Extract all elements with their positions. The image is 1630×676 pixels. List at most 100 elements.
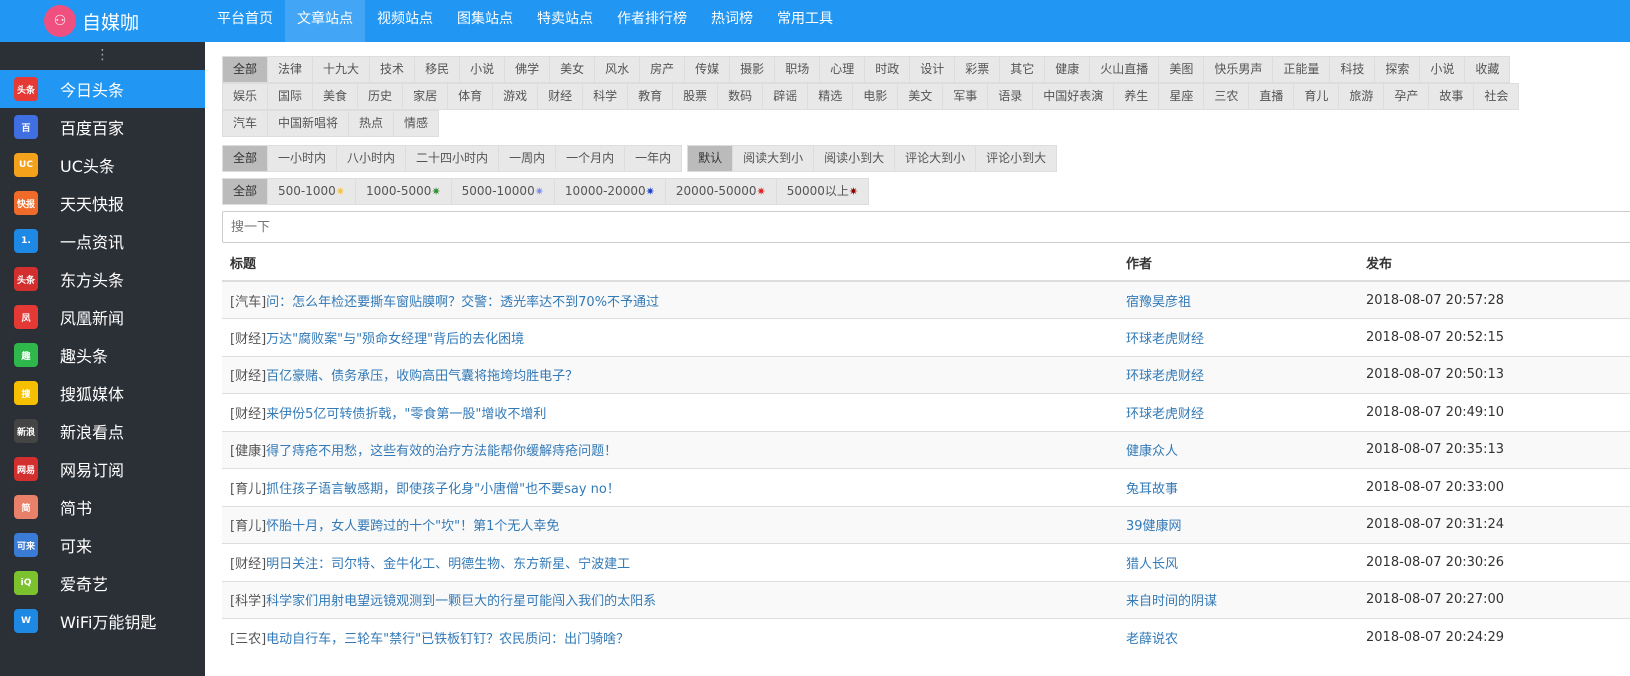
- category-button[interactable]: 美女: [550, 56, 596, 83]
- sidebar-item[interactable]: 凤 凤凰新闻: [0, 298, 205, 336]
- article-title-link[interactable]: 百亿豪赌、债务承压，收购高田气囊将拖垮均胜电子？: [266, 369, 578, 384]
- nav-item[interactable]: 常用工具: [765, 0, 845, 42]
- sort-filter-button[interactable]: 默认: [687, 145, 734, 172]
- article-title-link[interactable]: 怀胎十月，女人要跨过的十个"坎"！第1个无人幸免: [266, 519, 559, 534]
- time-filter-button[interactable]: 八小时内: [337, 145, 407, 172]
- category-button[interactable]: 传媒: [685, 56, 731, 83]
- sidebar-item[interactable]: 新浪 新浪看点: [0, 412, 205, 450]
- category-button[interactable]: 职场: [775, 56, 821, 83]
- category-button[interactable]: 汽车: [222, 110, 269, 137]
- nav-item[interactable]: 作者排行榜: [605, 0, 699, 42]
- author-link[interactable]: 环球老虎财经: [1126, 332, 1204, 347]
- category-button[interactable]: 电影: [853, 83, 899, 110]
- nav-item[interactable]: 文章站点: [285, 0, 365, 42]
- category-button[interactable]: 探索: [1375, 56, 1421, 83]
- category-button[interactable]: 游戏: [493, 83, 539, 110]
- read-filter-button[interactable]: 10000-20000✷: [554, 178, 666, 205]
- category-button[interactable]: 火山直播: [1090, 56, 1160, 83]
- sidebar-item[interactable]: 头条 今日头条: [0, 70, 205, 108]
- category-button[interactable]: 彩票: [955, 56, 1001, 83]
- nav-item[interactable]: 平台首页: [205, 0, 285, 42]
- category-button[interactable]: 精选: [808, 83, 854, 110]
- author-link[interactable]: 39健康网: [1126, 519, 1182, 534]
- author-link[interactable]: 老薛说农: [1126, 632, 1178, 647]
- category-button[interactable]: 数码: [718, 83, 764, 110]
- sort-filter-button[interactable]: 阅读大到小: [733, 145, 815, 172]
- category-button[interactable]: 收藏: [1465, 56, 1511, 83]
- category-button[interactable]: 三农: [1204, 83, 1250, 110]
- category-button[interactable]: 社会: [1474, 83, 1520, 110]
- col-published[interactable]: 发布: [1358, 245, 1630, 282]
- article-title-link[interactable]: 问：怎么年检还要撕车窗贴膜啊？交警：透光率达不到70%不予通过: [266, 295, 659, 310]
- author-link[interactable]: 猎人长风: [1126, 557, 1178, 572]
- author-link[interactable]: 宿豫昊彦祖: [1126, 295, 1191, 310]
- col-author[interactable]: 作者: [1118, 245, 1358, 282]
- category-button[interactable]: 股票: [673, 83, 719, 110]
- category-button[interactable]: 育儿: [1294, 83, 1340, 110]
- article-title-link[interactable]: 科学家们用射电望远镜观测到一颗巨大的行星可能闯入我们的太阳系: [266, 594, 656, 609]
- category-button[interactable]: 十九大: [313, 56, 371, 83]
- category-button[interactable]: 历史: [358, 83, 404, 110]
- nav-item[interactable]: 热词榜: [699, 0, 765, 42]
- category-button[interactable]: 佛学: [505, 56, 551, 83]
- author-link[interactable]: 环球老虎财经: [1126, 369, 1204, 384]
- category-button[interactable]: 科学: [583, 83, 629, 110]
- category-button[interactable]: 孕产: [1384, 83, 1430, 110]
- category-button[interactable]: 体育: [448, 83, 494, 110]
- col-title[interactable]: 标题: [222, 245, 1118, 282]
- sidebar-item[interactable]: 搜 搜狐媒体: [0, 374, 205, 412]
- sidebar-item[interactable]: 趣 趣头条: [0, 336, 205, 374]
- article-title-link[interactable]: 万达"腐败案"与"殒命女经理"背后的去化困境: [266, 332, 524, 347]
- category-button[interactable]: 技术: [370, 56, 416, 83]
- read-filter-button[interactable]: 1000-5000✷: [356, 178, 452, 205]
- category-button[interactable]: 养生: [1114, 83, 1160, 110]
- category-button[interactable]: 美图: [1159, 56, 1205, 83]
- time-filter-button[interactable]: 一年内: [625, 145, 683, 172]
- category-button[interactable]: 直播: [1249, 83, 1295, 110]
- category-button[interactable]: 其它: [1000, 56, 1046, 83]
- sidebar-toggle-icon[interactable]: ⋮: [0, 42, 205, 70]
- category-button[interactable]: 军事: [943, 83, 989, 110]
- category-button[interactable]: 时政: [865, 56, 911, 83]
- author-link[interactable]: 兔耳故事: [1126, 482, 1178, 497]
- sidebar-item[interactable]: 简 简书: [0, 488, 205, 526]
- category-button[interactable]: 摄影: [730, 56, 776, 83]
- sidebar-item[interactable]: 1. 一点资讯: [0, 222, 205, 260]
- category-button[interactable]: 美文: [898, 83, 944, 110]
- search-input[interactable]: [222, 211, 1630, 243]
- category-button[interactable]: 热点: [349, 110, 395, 137]
- category-button[interactable]: 旅游: [1339, 83, 1385, 110]
- category-button[interactable]: 健康: [1045, 56, 1091, 83]
- sidebar-item[interactable]: UC UC头条: [0, 146, 205, 184]
- category-button[interactable]: 科技: [1330, 56, 1376, 83]
- article-title-link[interactable]: 来伊份5亿可转债折戟，"零食第一股"增收不增利: [266, 407, 546, 422]
- sidebar-item[interactable]: 快报 天天快报: [0, 184, 205, 222]
- sort-filter-button[interactable]: 评论大到小: [895, 145, 977, 172]
- category-button[interactable]: 移民: [415, 56, 461, 83]
- article-title-link[interactable]: 抓住孩子语言敏感期，即使孩子化身"小唐僧"也不要say no！: [266, 482, 620, 497]
- sidebar-item[interactable]: 可来 可来: [0, 526, 205, 564]
- category-button[interactable]: 全部: [222, 56, 269, 83]
- article-title-link[interactable]: 电动自行车，三轮车"禁行"已铁板钉钉？农民质问：出门骑啥？: [266, 632, 629, 647]
- category-button[interactable]: 财经: [538, 83, 584, 110]
- nav-item[interactable]: 特卖站点: [525, 0, 605, 42]
- category-button[interactable]: 心理: [820, 56, 866, 83]
- sidebar-item[interactable]: 百 百度百家: [0, 108, 205, 146]
- category-button[interactable]: 娱乐: [222, 83, 269, 110]
- category-button[interactable]: 美食: [313, 83, 359, 110]
- nav-item[interactable]: 视频站点: [365, 0, 445, 42]
- sidebar-item[interactable]: 网易 网易订阅: [0, 450, 205, 488]
- time-filter-button[interactable]: 一个月内: [556, 145, 626, 172]
- sidebar-item[interactable]: iQ 爱奇艺: [0, 564, 205, 602]
- time-filter-button[interactable]: 一小时内: [268, 145, 338, 172]
- category-button[interactable]: 房产: [640, 56, 686, 83]
- time-filter-button[interactable]: 二十四小时内: [406, 145, 500, 172]
- article-title-link[interactable]: 得了痔疮不用愁，这些有效的治疗方法能帮你缓解痔疮问题！: [266, 444, 617, 459]
- logo[interactable]: ⚇ 自媒咖: [0, 0, 205, 42]
- time-filter-button[interactable]: 一周内: [499, 145, 557, 172]
- category-button[interactable]: 教育: [628, 83, 674, 110]
- sidebar-item[interactable]: W WiFi万能钥匙: [0, 602, 205, 640]
- category-button[interactable]: 情感: [394, 110, 440, 137]
- sidebar-item[interactable]: 头条 东方头条: [0, 260, 205, 298]
- article-title-link[interactable]: 明日关注：司尔特、金牛化工、明德生物、东方新星、宁波建工: [266, 557, 630, 572]
